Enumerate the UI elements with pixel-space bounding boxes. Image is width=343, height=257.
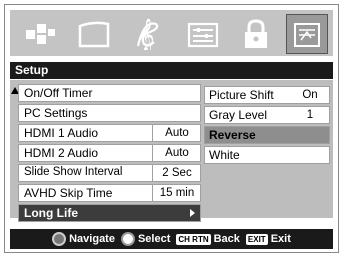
screen-icon[interactable] — [76, 18, 112, 50]
submenu-item-gray-level[interactable]: Gray Level 1 — [204, 106, 330, 124]
menu-item-slide-show-interval[interactable]: Slide Show Interval 2 Sec — [18, 164, 201, 182]
setup-icon[interactable] — [286, 14, 328, 54]
exit-key-icon: EXIT — [245, 233, 268, 245]
menu-item-label: PC Settings — [24, 106, 88, 120]
menu-item-label: HDMI 2 Audio — [24, 146, 99, 160]
submenu-item-label: White — [209, 148, 240, 162]
exit-label: Exit — [270, 233, 291, 245]
select-button-icon — [120, 232, 135, 246]
menu-item-value[interactable]: 15 min — [152, 185, 201, 201]
navigate-label: Navigate — [69, 233, 115, 245]
exit-hint: EXIT Exit — [245, 233, 291, 245]
submenu-item-value[interactable]: 1 — [291, 107, 329, 123]
submenu-item-picture-shift[interactable]: Picture Shift On — [204, 86, 330, 104]
menu-item-label: AVHD Skip Time — [24, 186, 113, 200]
settings-sliders-icon[interactable] — [185, 18, 221, 50]
menu-item-label: HDMI 1 Audio — [24, 126, 99, 140]
menu-item-value[interactable]: Auto — [152, 145, 201, 161]
submenu-item-label: Reverse — [209, 128, 256, 142]
music-icon[interactable]: 𝄞 — [130, 18, 166, 50]
chevron-right-icon — [190, 209, 195, 217]
navigate-pad-icon — [52, 232, 67, 246]
lock-icon[interactable] — [238, 18, 274, 50]
menu-item-label: On/Off Timer — [24, 86, 93, 100]
ch-rtn-key-icon: CH RTN — [176, 233, 211, 245]
picture-icon[interactable] — [22, 18, 58, 50]
submenu-item-label: Gray Level — [209, 108, 268, 122]
navigate-hint: Navigate — [52, 232, 115, 246]
menu-item-value[interactable]: Auto — [152, 125, 201, 141]
menu-icon-bar: 𝄞 — [10, 10, 333, 56]
menu-item-label: Long Life — [24, 206, 78, 220]
footer-help-bar: Navigate Select CH RTN Back EXIT Exit — [10, 229, 333, 249]
menu-title-bar: Setup — [10, 62, 333, 79]
submenu-item-reverse[interactable]: Reverse — [204, 126, 330, 144]
back-label: Back — [213, 233, 240, 245]
menu-item-avhd-skip-time[interactable]: AVHD Skip Time 15 min — [18, 184, 201, 202]
menu-item-hdmi2-audio[interactable]: HDMI 2 Audio Auto — [18, 144, 201, 162]
page-title: Setup — [15, 63, 49, 77]
main-menu-list: On/Off Timer PC Settings HDMI 1 Audio Au… — [18, 84, 201, 224]
menu-item-value[interactable]: 2 Sec — [152, 165, 201, 181]
select-label: Select — [137, 233, 171, 245]
menu-item-pc-settings[interactable]: PC Settings — [18, 104, 201, 122]
back-hint: CH RTN Back — [176, 233, 240, 245]
menu-item-on-off-timer[interactable]: On/Off Timer — [18, 84, 201, 102]
submenu-item-label: Picture Shift — [209, 88, 274, 102]
menu-item-long-life[interactable]: Long Life — [18, 204, 201, 222]
submenu-item-white[interactable]: White — [204, 146, 330, 164]
submenu-item-value[interactable]: On — [291, 87, 329, 103]
menu-item-hdmi1-audio[interactable]: HDMI 1 Audio Auto — [18, 124, 201, 142]
select-hint: Select — [120, 232, 171, 246]
menu-item-label: Slide Show Interval — [24, 166, 123, 178]
submenu-list: Picture Shift On Gray Level 1 Reverse Wh… — [204, 86, 330, 166]
